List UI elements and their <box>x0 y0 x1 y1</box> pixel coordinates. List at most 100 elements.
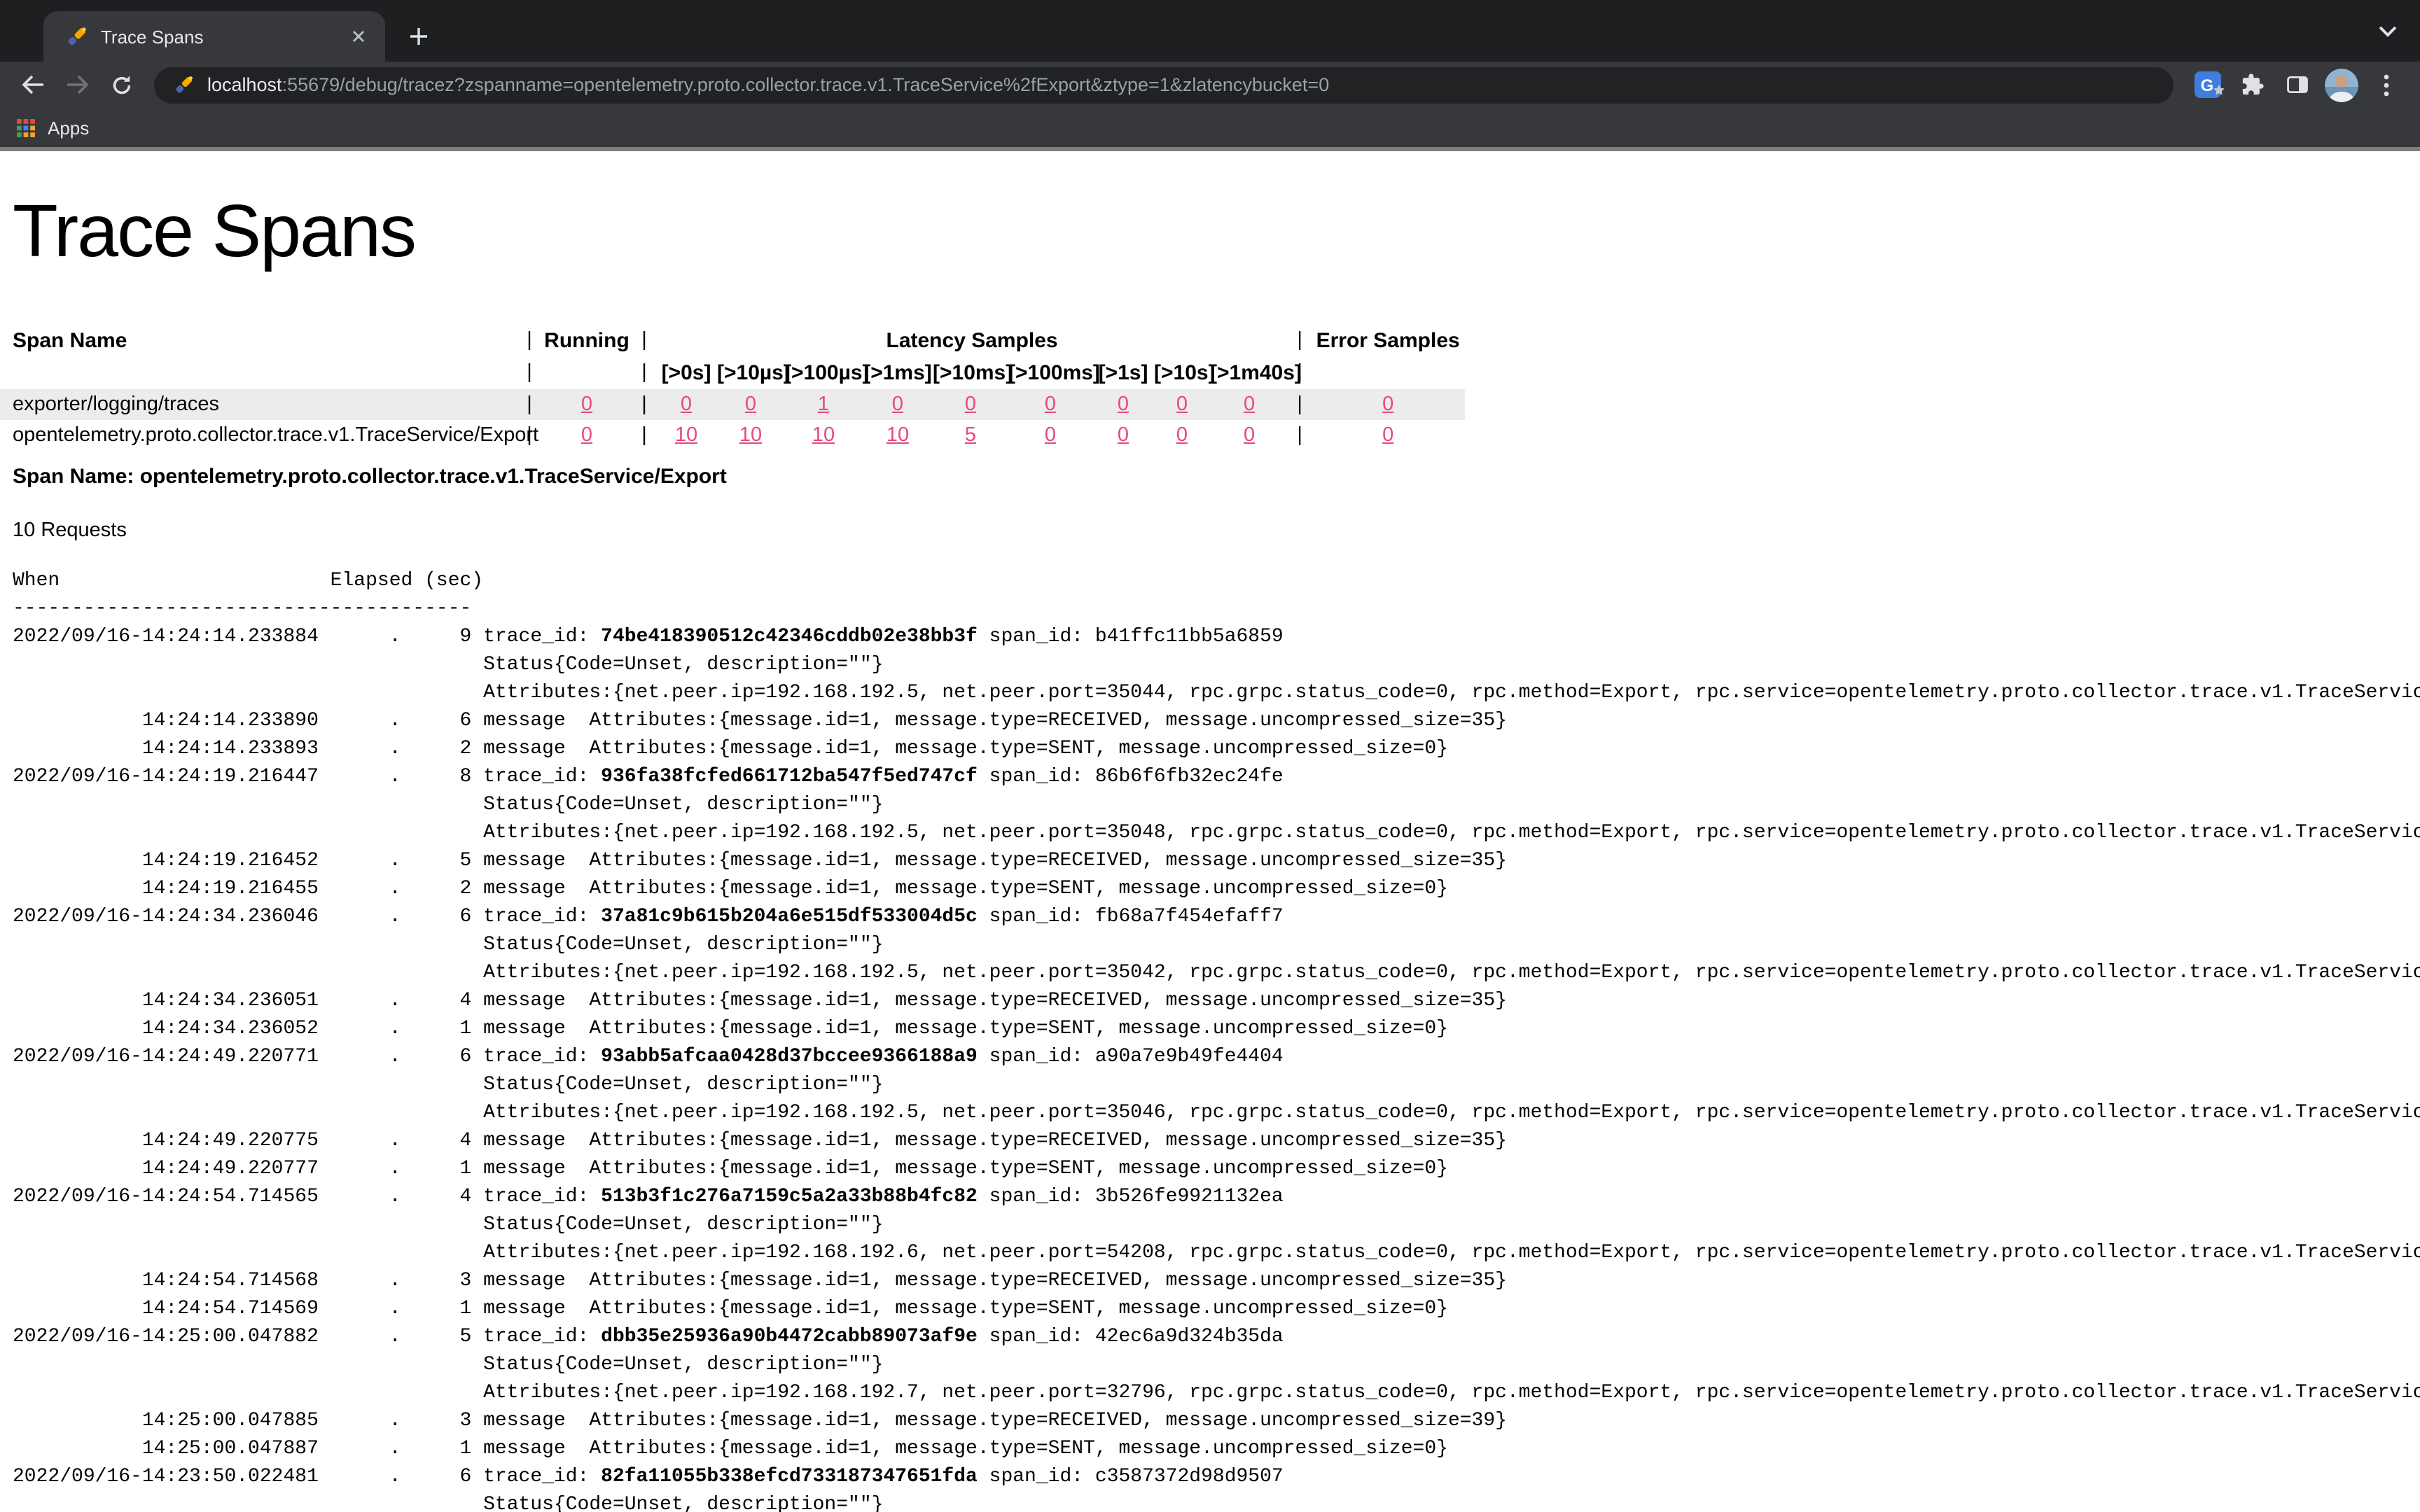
latency-bucket-link[interactable]: 0 <box>1045 424 1056 447</box>
latency-bucket-link[interactable]: 0 <box>1244 424 1255 447</box>
latency-bucket-link[interactable]: 10 <box>812 424 835 447</box>
latency-bucket-header-row: ||[>0s][>10µs][>100µs][>1ms][>10ms][>100… <box>0 356 1465 389</box>
url-text: localhost:55679/debug/tracez?zspanname=o… <box>207 74 1329 95</box>
latency-bucket-link-cell: 5 <box>933 420 1008 451</box>
latency-bucket-link[interactable]: 0 <box>1118 393 1129 416</box>
log-line: 2022/09/16-14:24:14.233884 . 9 trace_id:… <box>13 623 2420 651</box>
latency-bucket-link-cell: 0 <box>1008 389 1092 420</box>
new-tab-button[interactable] <box>399 17 438 56</box>
log-line: 14:24:19.216455 . 2 message Attributes:{… <box>13 875 2420 903</box>
tab-strip: Trace Spans <box>0 0 2420 62</box>
log-line: Status{Code=Unset, description=""} <box>13 1491 2420 1512</box>
latency-bucket-link[interactable]: 0 <box>1118 424 1129 447</box>
log-line: Attributes:{net.peer.ip=192.168.192.5, n… <box>13 959 2420 987</box>
latency-bucket-label: [>1m40s] <box>1210 356 1288 389</box>
selected-span-heading: Span Name: opentelemetry.proto.collector… <box>13 465 2420 489</box>
latency-bucket-link-cell: 0 <box>655 389 717 420</box>
running-count-link[interactable]: 0 <box>581 393 592 416</box>
error-samples-link[interactable]: 0 <box>1382 393 1393 416</box>
column-separator: | <box>633 420 655 451</box>
error-samples-link[interactable]: 0 <box>1382 424 1393 447</box>
log-line: Attributes:{net.peer.ip=192.168.192.5, n… <box>13 1099 2420 1127</box>
latency-bucket-link-cell: 0 <box>1210 389 1288 420</box>
span-rows: exporter/logging/traces|0|001000000|0ope… <box>0 389 1465 451</box>
column-separator: | <box>1288 420 1311 451</box>
log-line: 2022/09/16-14:23:50.022481 . 6 trace_id:… <box>13 1463 2420 1491</box>
table-header-row: Span Name | Running | Latency Samples | … <box>0 325 1465 356</box>
log-line: 2022/09/16-14:25:00.047882 . 5 trace_id:… <box>13 1323 2420 1351</box>
latency-bucket-link-cell: 0 <box>863 389 933 420</box>
site-favicon-icon <box>174 74 195 95</box>
log-line: 2022/09/16-14:24:19.216447 . 8 trace_id:… <box>13 763 2420 791</box>
latency-bucket-link-cell: 10 <box>784 420 863 451</box>
log-line: 14:24:54.714569 . 1 message Attributes:{… <box>13 1295 2420 1323</box>
forward-button[interactable] <box>56 64 98 106</box>
log-line: 2022/09/16-14:24:49.220771 . 6 trace_id:… <box>13 1043 2420 1071</box>
log-line: Status{Code=Unset, description=""} <box>13 931 2420 959</box>
latency-bucket-link[interactable]: 0 <box>1244 393 1255 416</box>
latency-bucket-link[interactable]: 10 <box>675 424 697 447</box>
log-line: Attributes:{net.peer.ip=192.168.192.7, n… <box>13 1379 2420 1407</box>
log-line: 14:25:00.047885 . 3 message Attributes:{… <box>13 1407 2420 1435</box>
translate-extension-icon[interactable]: G <box>2190 68 2224 102</box>
side-panel-icon[interactable] <box>2280 68 2314 102</box>
latency-bucket-link-cell: 0 <box>933 389 1008 420</box>
log-line: Attributes:{net.peer.ip=192.168.192.6, n… <box>13 1239 2420 1267</box>
log-line: 14:24:54.714568 . 3 message Attributes:{… <box>13 1267 2420 1295</box>
latency-bucket-link[interactable]: 10 <box>739 424 762 447</box>
latency-bucket-link[interactable]: 0 <box>745 393 756 416</box>
latency-bucket-link[interactable]: 0 <box>1176 424 1188 447</box>
latency-bucket-link-cell: 10 <box>863 420 933 451</box>
browser-menu-kebab-icon[interactable] <box>2370 68 2403 102</box>
log-line: Attributes:{net.peer.ip=192.168.192.5, n… <box>13 679 2420 707</box>
opentelemetry-favicon-icon <box>66 25 88 48</box>
log: When Elapsed (sec)----------------------… <box>13 567 2420 1512</box>
column-separator: | <box>1288 389 1311 420</box>
latency-bucket-link-cell: 0 <box>1154 389 1210 420</box>
latency-bucket-link[interactable]: 1 <box>818 393 829 416</box>
latency-bucket-label: [>10s] <box>1154 356 1210 389</box>
column-separator: | <box>518 325 541 356</box>
latency-bucket-link[interactable]: 0 <box>965 393 976 416</box>
log-line: Status{Code=Unset, description=""} <box>13 651 2420 679</box>
col-span-name: Span Name <box>0 325 518 356</box>
profile-avatar[interactable] <box>2325 68 2358 102</box>
tab-close-icon[interactable] <box>346 24 371 49</box>
tab-search-chevron-icon[interactable] <box>2378 20 2398 45</box>
latency-bucket-link[interactable]: 0 <box>1045 393 1056 416</box>
latency-bucket-link-cell: 0 <box>1154 420 1210 451</box>
log-line: 2022/09/16-14:24:54.714565 . 4 trace_id:… <box>13 1183 2420 1211</box>
toolbar-actions: G <box>2190 68 2409 102</box>
col-latency-samples: Latency Samples <box>655 325 1288 356</box>
tab-trace-spans[interactable]: Trace Spans <box>43 11 385 62</box>
latency-bucket-link-cell: 0 <box>1092 420 1154 451</box>
running-count-link[interactable]: 0 <box>581 424 592 447</box>
column-separator: | <box>633 356 655 389</box>
log-line: Status{Code=Unset, description=""} <box>13 1071 2420 1099</box>
extensions-puzzle-icon[interactable] <box>2235 68 2269 102</box>
browser-window: Trace Spans localhost:55679/debug/tracez… <box>0 0 2420 1512</box>
log-line: Status{Code=Unset, description=""} <box>13 1211 2420 1239</box>
url-path: :55679/debug/tracez?zspanname=openteleme… <box>282 74 1330 95</box>
latency-bucket-link[interactable]: 5 <box>965 424 976 447</box>
latency-bucket-link[interactable]: 0 <box>1176 393 1188 416</box>
latency-bucket-link-cell: 10 <box>717 420 784 451</box>
latency-bucket-link[interactable]: 0 <box>892 393 903 416</box>
star-icon <box>2213 78 2225 103</box>
log-column-header: When Elapsed (sec) <box>13 567 2420 595</box>
bookmarks-bar: Apps <box>0 108 2420 151</box>
latency-bucket-label: [>1s] <box>1092 356 1154 389</box>
latency-bucket-link[interactable]: 0 <box>681 393 692 416</box>
latency-bucket-link[interactable]: 10 <box>886 424 909 447</box>
latency-bucket-link-cell: 0 <box>1092 389 1154 420</box>
empty-cell <box>541 356 633 389</box>
apps-bookmark[interactable]: Apps <box>48 117 89 138</box>
url-bar[interactable]: localhost:55679/debug/tracez?zspanname=o… <box>154 66 2174 103</box>
log-line: 14:25:00.047887 . 1 message Attributes:{… <box>13 1435 2420 1463</box>
tracez-page: Trace Spans Span Name | Running | Latenc… <box>0 151 2420 1512</box>
log-divider: --------------------------------------- <box>13 595 2420 623</box>
apps-grid-icon <box>17 118 35 136</box>
reload-button[interactable] <box>101 64 143 106</box>
back-button[interactable] <box>11 64 53 106</box>
log-line: 14:24:14.233893 . 2 message Attributes:{… <box>13 735 2420 763</box>
